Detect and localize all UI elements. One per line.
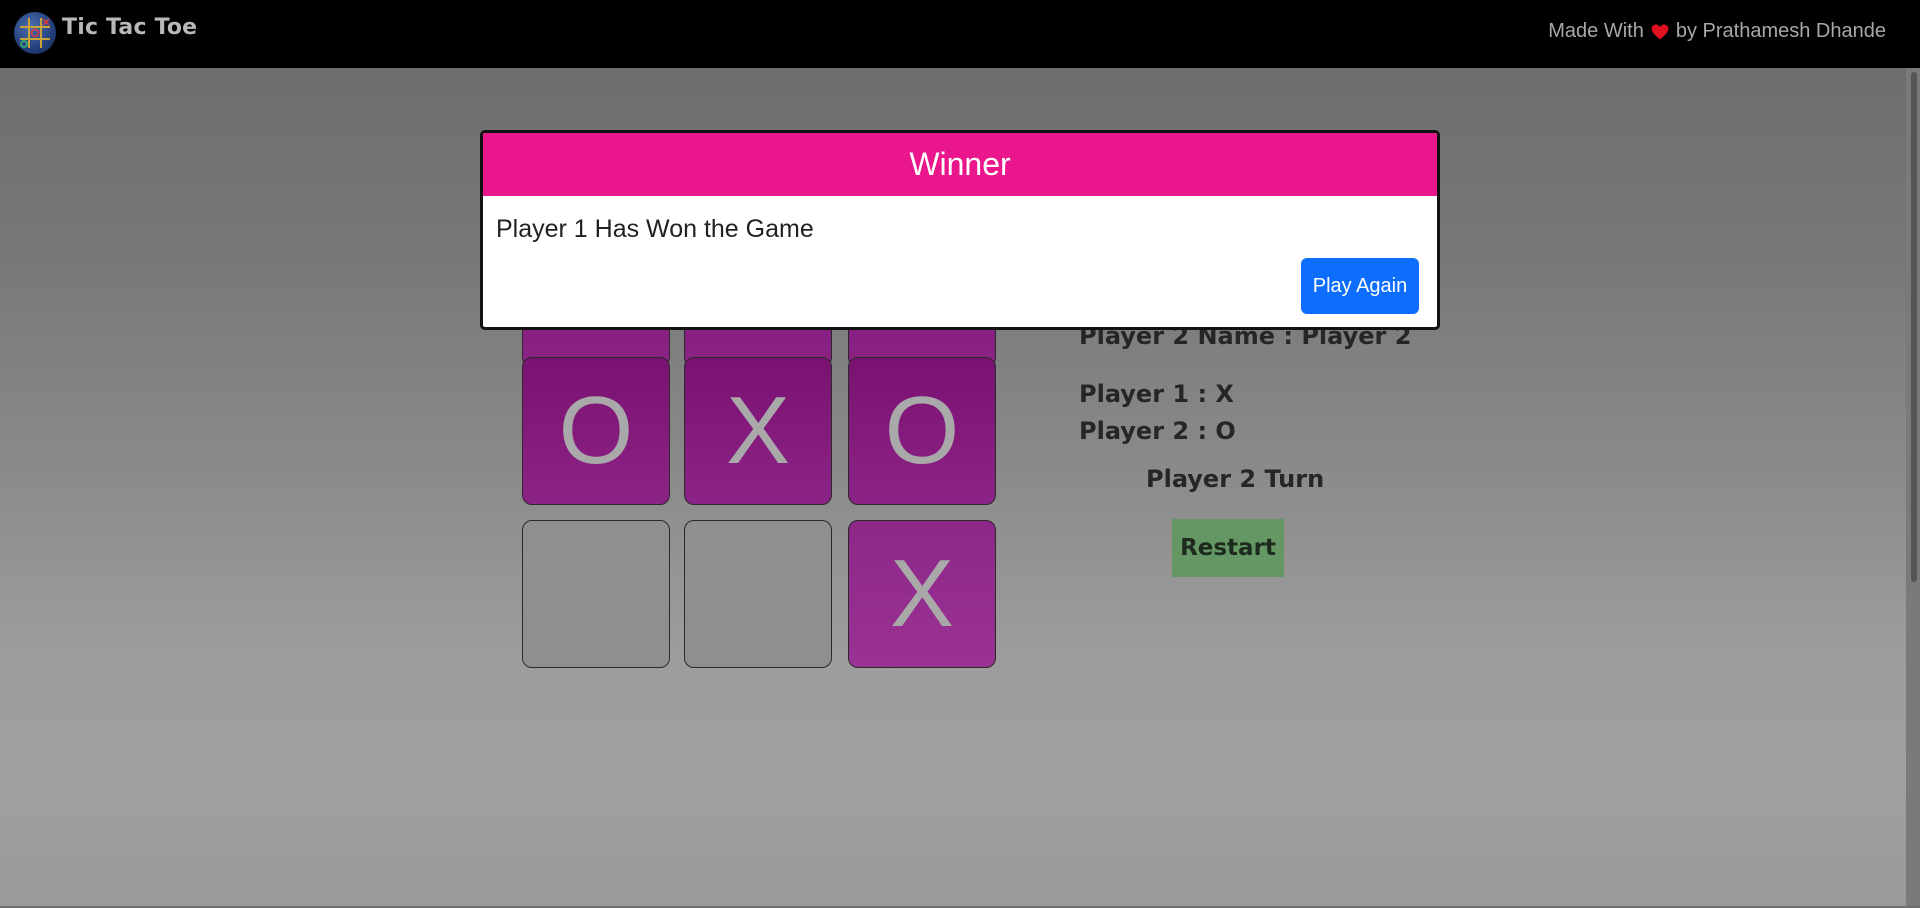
modal-title: Winner: [483, 133, 1437, 196]
credit-prefix: Made With: [1548, 20, 1644, 42]
winner-modal: Winner Player 1 Has Won the Game Play Ag…: [480, 130, 1440, 330]
player2-symbol-label: Player 2 : O: [1079, 417, 1236, 445]
credit-text: Made With by Prathamesh Dhande: [1548, 20, 1886, 43]
scrollbar[interactable]: [1906, 68, 1920, 908]
board-cell[interactable]: X: [848, 520, 996, 668]
restart-button[interactable]: Restart: [1172, 519, 1284, 577]
board-cell[interactable]: O: [522, 357, 670, 505]
heart-icon: [1650, 22, 1670, 42]
board-cell[interactable]: X: [684, 357, 832, 505]
winner-message: Player 1 Has Won the Game: [496, 215, 814, 243]
scrollbar-thumb[interactable]: [1911, 72, 1917, 582]
app-title[interactable]: Tic Tac Toe: [62, 15, 197, 40]
credit-suffix: by Prathamesh Dhande: [1675, 20, 1886, 42]
tic-tac-toe-logo-icon[interactable]: [14, 12, 56, 54]
navbar: Tic Tac Toe Made With by Prathamesh Dhan…: [0, 0, 1920, 68]
turn-indicator: Player 2 Turn: [1146, 465, 1325, 493]
player1-symbol-label: Player 1 : X: [1079, 380, 1234, 408]
board-cell[interactable]: [522, 520, 670, 668]
board-cell[interactable]: O: [848, 357, 996, 505]
board-cell[interactable]: [684, 520, 832, 668]
play-again-button[interactable]: Play Again: [1301, 258, 1419, 314]
